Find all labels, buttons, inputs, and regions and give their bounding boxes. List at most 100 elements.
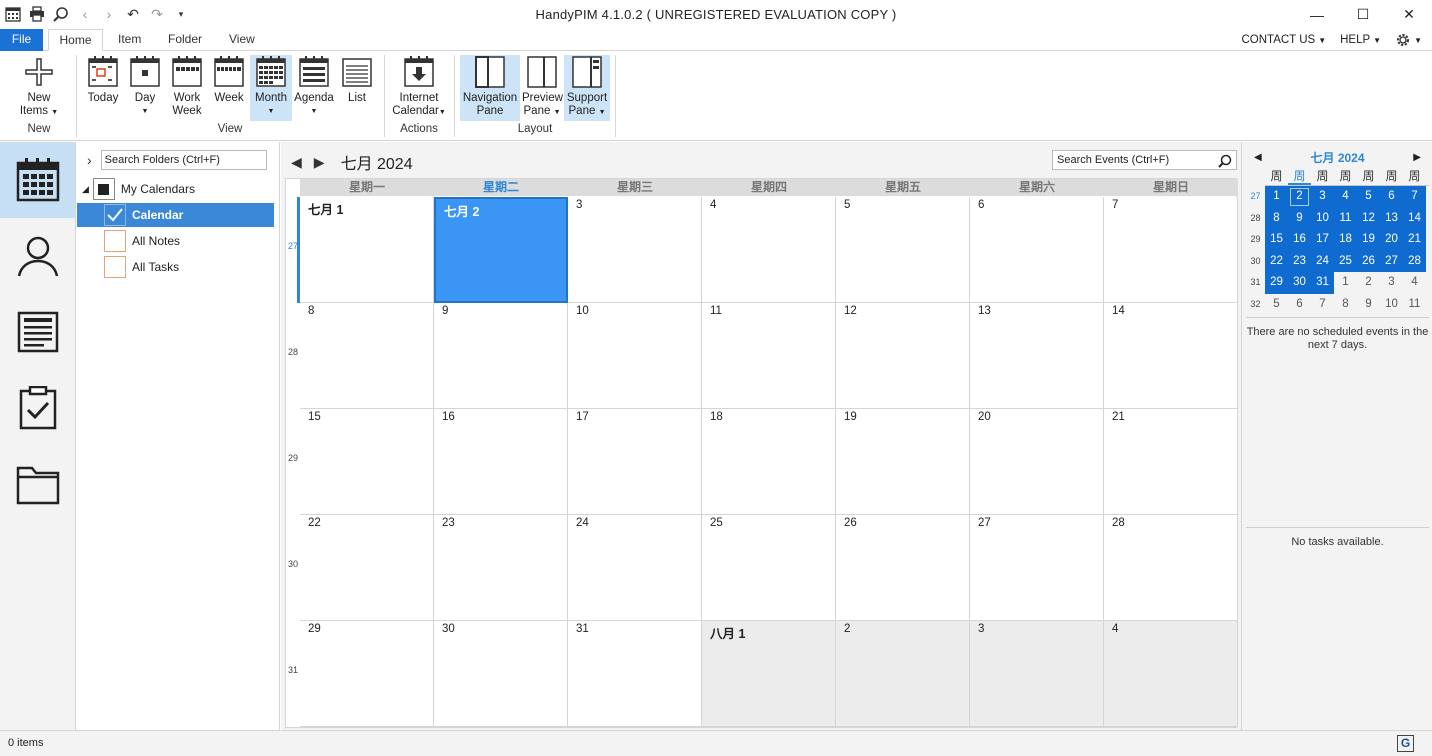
mini-day[interactable]: 6 xyxy=(1380,186,1403,208)
mini-day[interactable]: 29 xyxy=(1265,272,1288,294)
week-number[interactable]: 28 xyxy=(286,347,300,357)
preview-pane-button[interactable]: Preview Pane ▼ xyxy=(522,55,563,119)
tab-view[interactable]: View xyxy=(219,29,265,51)
mini-day[interactable]: 2 xyxy=(1357,272,1380,294)
tab-item[interactable]: Item xyxy=(108,29,151,51)
folder-search-input[interactable]: Search Folders (Ctrl+F) xyxy=(100,150,267,170)
mini-week-number[interactable]: 31 xyxy=(1246,272,1265,294)
nav-folders[interactable] xyxy=(0,446,75,522)
mini-day[interactable]: 1 xyxy=(1265,186,1288,208)
day-cell[interactable]: 7 xyxy=(1104,197,1238,303)
nav-notes[interactable] xyxy=(0,294,75,370)
day-cell[interactable]: 13 xyxy=(970,303,1104,409)
mini-day[interactable]: 10 xyxy=(1380,294,1403,316)
contact-us-menu[interactable]: CONTACT US ▼ xyxy=(1241,34,1326,46)
help-menu[interactable]: HELP ▼ xyxy=(1340,34,1381,46)
mini-week-number[interactable]: 32 xyxy=(1246,294,1265,316)
mini-day[interactable]: 18 xyxy=(1334,229,1357,251)
event-search-input[interactable]: Search Events (Ctrl+F) xyxy=(1052,150,1237,170)
mini-day[interactable]: 9 xyxy=(1288,207,1311,229)
mini-day[interactable]: 5 xyxy=(1265,294,1288,316)
support-pane-button[interactable]: Support Pane ▼ xyxy=(564,55,610,121)
day-cell[interactable]: 4 xyxy=(702,197,836,303)
mini-day[interactable]: 11 xyxy=(1334,207,1357,229)
minimize-button[interactable]: — xyxy=(1294,0,1340,29)
mini-day[interactable]: 4 xyxy=(1334,186,1357,208)
folder-item-calendar[interactable]: Calendar xyxy=(77,203,274,227)
day-cell[interactable]: 31 xyxy=(568,621,702,727)
mini-day[interactable]: 16 xyxy=(1288,229,1311,251)
week-button[interactable]: Week xyxy=(210,55,248,105)
folder-item-all-tasks[interactable]: All Tasks xyxy=(77,255,274,279)
mini-day[interactable]: 8 xyxy=(1265,207,1288,229)
mini-day[interactable]: 19 xyxy=(1357,229,1380,251)
close-button[interactable]: ✕ xyxy=(1386,0,1432,29)
nav-tasks[interactable] xyxy=(0,370,75,446)
day-cell[interactable]: 20 xyxy=(970,409,1104,515)
day-cell[interactable]: 8 xyxy=(300,303,434,409)
mini-day[interactable]: 10 xyxy=(1311,207,1334,229)
mini-day[interactable]: 3 xyxy=(1380,272,1403,294)
day-cell[interactable]: 七月 2 xyxy=(434,197,568,303)
mini-day[interactable]: 3 xyxy=(1311,186,1334,208)
mini-day[interactable]: 17 xyxy=(1311,229,1334,251)
maximize-button[interactable]: ☐ xyxy=(1340,0,1386,29)
next-month-icon[interactable]: ▶ xyxy=(314,154,325,171)
day-cell[interactable]: 14 xyxy=(1104,303,1238,409)
day-cell[interactable]: 27 xyxy=(970,515,1104,621)
g-icon[interactable]: G xyxy=(1397,735,1414,752)
mini-day[interactable]: 15 xyxy=(1265,229,1288,251)
internet-calendar-button[interactable]: Internet Calendar▼ xyxy=(390,55,448,119)
day-cell[interactable]: 9 xyxy=(434,303,568,409)
day-cell[interactable]: 2 xyxy=(836,621,970,727)
mini-day[interactable]: 11 xyxy=(1403,294,1426,316)
navigation-pane-button[interactable]: Navigation Pane xyxy=(460,55,520,121)
work-week-button[interactable]: Work Week xyxy=(168,55,206,118)
mini-day[interactable]: 30 xyxy=(1288,272,1311,294)
day-cell[interactable]: 4 xyxy=(1104,621,1238,727)
nav-contacts[interactable] xyxy=(0,218,75,294)
mini-day[interactable]: 22 xyxy=(1265,250,1288,272)
day-cell[interactable]: 22 xyxy=(300,515,434,621)
mini-day[interactable]: 8 xyxy=(1334,294,1357,316)
mini-day[interactable]: 9 xyxy=(1357,294,1380,316)
settings-menu[interactable]: ▼ xyxy=(1395,32,1422,48)
mini-day[interactable]: 13 xyxy=(1380,207,1403,229)
mini-day[interactable]: 2 xyxy=(1288,186,1311,208)
mini-day[interactable]: 4 xyxy=(1403,272,1426,294)
mini-day[interactable]: 7 xyxy=(1311,294,1334,316)
notes-checkbox[interactable] xyxy=(104,230,126,252)
root-checkbox[interactable] xyxy=(92,178,115,200)
tab-file[interactable]: File xyxy=(0,29,43,51)
day-cell[interactable]: 5 xyxy=(836,197,970,303)
day-cell[interactable]: 19 xyxy=(836,409,970,515)
search-icon[interactable] xyxy=(1218,154,1232,168)
agenda-button[interactable]: Agenda ▼ xyxy=(294,55,334,118)
day-cell[interactable]: 10 xyxy=(568,303,702,409)
mini-day[interactable]: 20 xyxy=(1380,229,1403,251)
day-cell[interactable]: 3 xyxy=(970,621,1104,727)
week-number[interactable]: 29 xyxy=(286,453,300,463)
day-cell[interactable]: 30 xyxy=(434,621,568,727)
mini-week-number[interactable]: 28 xyxy=(1246,208,1265,230)
mini-prev-icon[interactable]: ◀ xyxy=(1254,152,1262,163)
day-cell[interactable]: 21 xyxy=(1104,409,1238,515)
today-button[interactable]: Today xyxy=(84,55,122,105)
mini-day[interactable]: 27 xyxy=(1380,250,1403,272)
mini-day[interactable]: 1 xyxy=(1334,272,1357,294)
day-cell[interactable]: 18 xyxy=(702,409,836,515)
day-button[interactable]: Day ▼ xyxy=(126,55,164,118)
day-cell[interactable]: 26 xyxy=(836,515,970,621)
day-cell[interactable]: 28 xyxy=(1104,515,1238,621)
mini-day[interactable]: 25 xyxy=(1334,250,1357,272)
day-cell[interactable]: 八月 1 xyxy=(702,621,836,727)
mini-day[interactable]: 26 xyxy=(1357,250,1380,272)
mini-week-number[interactable]: 27 xyxy=(1246,186,1265,208)
day-cell[interactable]: 16 xyxy=(434,409,568,515)
tasks-checkbox[interactable] xyxy=(104,256,126,278)
folder-item-all-notes[interactable]: All Notes xyxy=(77,229,274,253)
mini-day[interactable]: 24 xyxy=(1311,250,1334,272)
week-number[interactable]: 30 xyxy=(286,559,300,569)
mini-day[interactable]: 23 xyxy=(1288,250,1311,272)
folder-root-my-calendars[interactable]: ◢ My Calendars xyxy=(77,177,274,201)
